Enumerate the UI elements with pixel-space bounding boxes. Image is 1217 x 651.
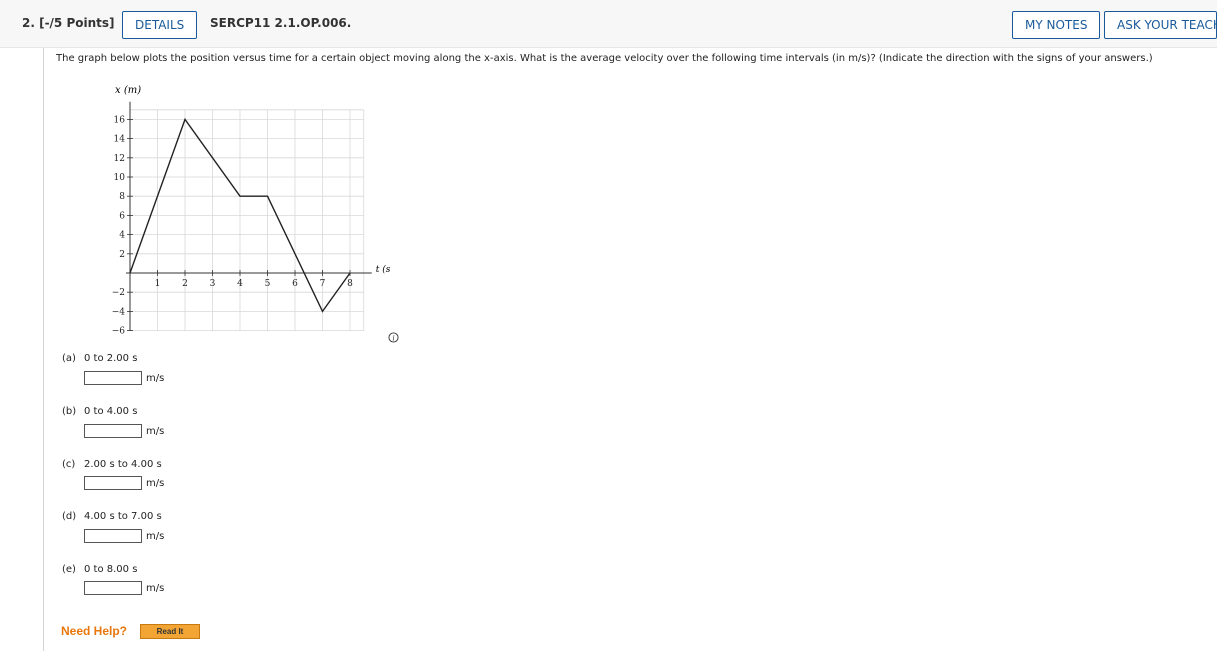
x-tick-label: 8 (347, 279, 353, 289)
x-tick-label: 4 (237, 279, 243, 289)
y-axis-label: x (m) (115, 85, 141, 96)
part-interval: 0 to 8.00 s (84, 564, 138, 575)
x-tick-label: 3 (210, 279, 216, 289)
y-tick-label: 16 (114, 115, 126, 125)
answer-row-a: m/s (84, 370, 164, 386)
part-letter: (e) (62, 564, 76, 575)
answer-row-e: m/s (84, 580, 164, 596)
answer-row-b: m/s (84, 423, 164, 439)
y-tick-label: −6 (112, 327, 126, 337)
part-e: (e) 0 to 8.00 s (62, 564, 137, 575)
part-letter: (b) (62, 406, 77, 417)
unit-label: m/s (146, 425, 165, 437)
info-icon[interactable]: i (388, 332, 399, 343)
y-tick-label: 12 (114, 154, 125, 164)
unit-label: m/s (146, 582, 165, 594)
graph-grid (130, 109, 365, 332)
x-tick-label: 7 (320, 279, 326, 289)
part-interval: 4.00 s to 7.00 s (84, 511, 162, 522)
read-it-button[interactable]: Read It (140, 624, 200, 639)
question-id: SERCP11 2.1.OP.006. (210, 16, 352, 30)
x-tick-label: 1 (155, 279, 161, 289)
part-c: (c) 2.00 s to 4.00 s (62, 459, 162, 470)
ask-your-teacher-button[interactable]: ASK YOUR TEACHER (1104, 11, 1217, 39)
y-tick-label: 8 (119, 192, 125, 202)
part-interval: 0 to 2.00 s (84, 353, 138, 364)
svg-text:i: i (392, 333, 394, 342)
y-tick-label: 2 (119, 250, 125, 260)
y-tick-label: −4 (112, 307, 126, 317)
x-tick-label: 5 (265, 279, 271, 289)
unit-label: m/s (146, 372, 165, 384)
unit-label: m/s (146, 477, 165, 489)
x-tick-label: 2 (182, 279, 188, 289)
answer-input-b[interactable] (84, 424, 142, 438)
position-time-graph: 12345678161412108642−2−4−6 x (m) t (s) (112, 85, 390, 337)
answer-input-e[interactable] (84, 581, 142, 595)
unit-label: m/s (146, 530, 165, 542)
part-letter: (d) (62, 511, 77, 522)
part-interval: 2.00 s to 4.00 s (84, 459, 162, 470)
y-tick-label: 10 (114, 173, 126, 183)
part-b: (b) 0 to 4.00 s (62, 406, 137, 417)
answer-input-c[interactable] (84, 476, 142, 490)
answer-input-a[interactable] (84, 371, 142, 385)
details-button[interactable]: DETAILS (122, 11, 198, 39)
part-d: (d) 4.00 s to 7.00 s (62, 511, 162, 522)
graph-axes (126, 101, 372, 331)
my-notes-button[interactable]: MY NOTES (1012, 11, 1101, 39)
question-number: 2. [-/5 Points] (22, 16, 115, 30)
part-letter: (a) (62, 353, 76, 364)
x-tick-label: 6 (292, 279, 298, 289)
y-tick-label: 6 (119, 211, 125, 221)
graph-ticks: 1 2 3 4 5 6 7 8161412108642−2−4−6 (112, 115, 353, 336)
y-tick-label: 14 (114, 135, 126, 145)
part-letter: (c) (62, 459, 76, 470)
answer-row-d: m/s (84, 528, 164, 544)
answer-input-d[interactable] (84, 529, 142, 543)
y-tick-label: 4 (119, 231, 125, 241)
part-interval: 0 to 4.00 s (84, 406, 138, 417)
question-text: The graph below plots the position versu… (56, 53, 1153, 64)
content-divider (43, 48, 44, 651)
y-tick-label: −2 (112, 288, 125, 298)
part-a: (a) 0 to 2.00 s (62, 353, 137, 364)
need-help-label: Need Help? (61, 624, 128, 638)
answer-row-c: m/s (84, 475, 164, 491)
question-header: 2. [-/5 Points] DETAILS SERCP11 2.1.OP.0… (0, 0, 1217, 48)
x-axis-label: t (s) (376, 264, 390, 275)
